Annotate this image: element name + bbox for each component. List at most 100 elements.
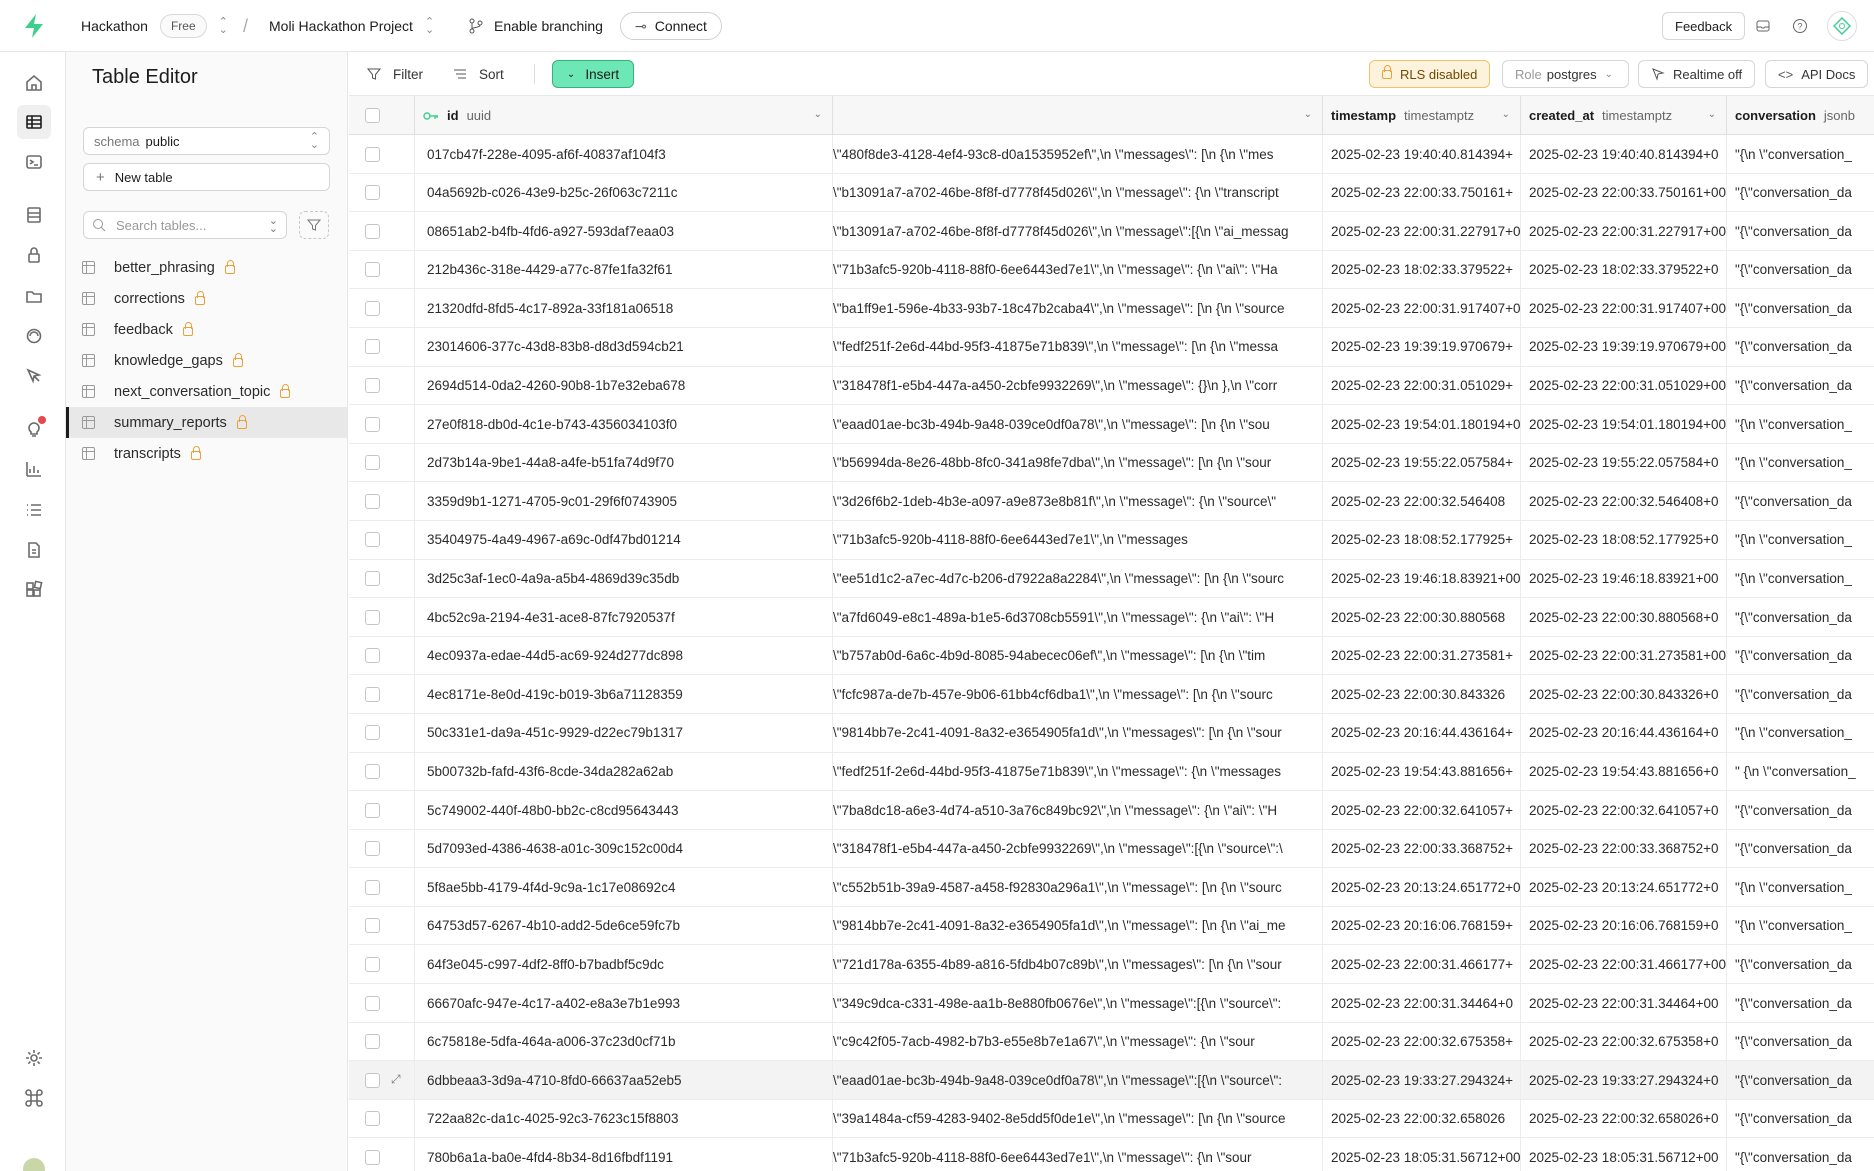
cell-timestamp[interactable]: 2025-02-23 22:00:32.546408 — [1323, 482, 1521, 521]
cell-id[interactable]: 5b00732b-fafd-43f6-8cde-34da282a62ab — [415, 752, 833, 791]
row-checkbox[interactable] — [365, 185, 380, 201]
cell-conversation[interactable]: "{\"conversation_da — [1727, 945, 1874, 983]
cell-conversation[interactable]: "{\"conversation_da — [1727, 174, 1874, 212]
nav-sql-editor[interactable] — [17, 145, 51, 179]
nav-advisors[interactable] — [17, 412, 51, 446]
table-row[interactable]: 3d25c3af-1ec0-4a9a-a5b4-4869d39c35db \"ee… — [349, 559, 1874, 599]
cell-created-at[interactable]: 2025-02-23 19:54:43.881656+0 — [1521, 752, 1727, 791]
cell-timestamp[interactable]: 2025-02-23 22:00:31.917407+0 — [1323, 289, 1521, 328]
nav-settings[interactable] — [17, 1041, 51, 1075]
cell-json[interactable]: \"9814bb7e-2c41-4091-8a32-e3654905fa1d\"… — [833, 713, 1323, 752]
cell-json[interactable]: \"ee51d1c2-a7ec-4d7c-b206-d7922a8a2284\"… — [833, 559, 1323, 598]
cell-id[interactable]: 27e0f818-db0d-4c1e-b743-4356034103f0 — [415, 405, 833, 444]
expand-row-icon[interactable]: ⤢ — [391, 1072, 405, 1086]
cell-conversation[interactable]: "{\"conversation_da — [1727, 791, 1874, 829]
table-row[interactable]: 08651ab2-b4fb-4fd6-a927-593daf7eaa03 \"b1… — [349, 212, 1874, 251]
cell-created-at[interactable]: 2025-02-23 22:00:31.917407+00 — [1521, 289, 1727, 328]
cell-json[interactable]: \"b13091a7-a702-46be-8f8f-d7778f45d026\"… — [833, 173, 1323, 212]
table-row[interactable]: 5b00732b-fafd-43f6-8cde-34da282a62ab \"fe… — [349, 752, 1874, 792]
cell-json[interactable]: \"ba1ff9e1-596e-4b33-93b7-18c47b2caba4\"… — [833, 289, 1323, 328]
sort-button[interactable]: Sort — [453, 52, 504, 96]
nav-database[interactable] — [17, 198, 51, 232]
cell-id[interactable]: 64f3e045-c997-4df2-8ff0-b7badbf5c9dc — [415, 945, 833, 984]
cell-json[interactable]: \"7ba8dc18-a6e3-4d74-a510-3a76c849bc92\"… — [833, 791, 1323, 830]
cell-conversation[interactable]: "{\"conversation_da — [1727, 212, 1874, 250]
row-checkbox[interactable] — [365, 300, 380, 316]
cell-id[interactable]: 2694d514-0da2-4260-90b8-1b7e32eba678 — [415, 366, 833, 405]
row-checkbox[interactable] — [365, 493, 380, 509]
row-checkbox[interactable] — [365, 262, 380, 278]
table-row[interactable]: 722aa82c-da1c-4025-92c3-7623c15f8803 \"39… — [349, 1099, 1874, 1139]
cell-created-at[interactable]: 2025-02-23 18:02:33.379522+0 — [1521, 250, 1727, 289]
row-checkbox[interactable] — [365, 879, 380, 895]
cell-conversation[interactable]: "{\n \"conversation_ — [1727, 521, 1874, 559]
chevron-down-icon[interactable]: ⌄ — [1304, 109, 1312, 120]
cell-id[interactable]: 66670afc-947e-4c17-a402-e8a3e7b1e993 — [415, 984, 833, 1023]
cell-conversation[interactable]: "{\"conversation_da — [1727, 830, 1874, 868]
row-checkbox[interactable] — [365, 995, 380, 1011]
cell-json[interactable]: \"eaad01ae-bc3b-494b-9a48-039ce0df0a78\"… — [833, 405, 1323, 444]
chevron-collapse-icon[interactable]: ⌄ ⌄ — [269, 216, 278, 235]
cell-conversation[interactable]: "{\n \"conversation_ — [1727, 907, 1874, 945]
column-header-created-at[interactable]: created_at timestamptz ⌄ — [1521, 96, 1727, 135]
table-row[interactable]: 64f3e045-c997-4df2-8ff0-b7badbf5c9dc \"72… — [349, 945, 1874, 985]
table-row[interactable]: 64753d57-6267-4b10-add2-5de6ce59fc7b \"98… — [349, 906, 1874, 946]
table-row[interactable]: 21320dfd-8fd5-4c17-892a-33f181a06518 \"ba… — [349, 289, 1874, 328]
cell-timestamp[interactable]: 2025-02-23 19:40:40.814394+ — [1323, 135, 1521, 173]
cell-conversation[interactable]: "{\"conversation_da — [1727, 1100, 1874, 1138]
nav-api-docs[interactable] — [17, 533, 51, 567]
table-row[interactable]: 4bc52c9a-2194-4e31-ace8-87fc7920537f \"a7… — [349, 598, 1874, 637]
feedback-button[interactable]: Feedback — [1662, 12, 1746, 40]
cell-timestamp[interactable]: 2025-02-23 19:39:19.970679+ — [1323, 327, 1521, 366]
cell-id[interactable]: 4ec0937a-edae-44d5-ac69-924d277dc898 — [415, 636, 833, 675]
table-row[interactable]: 04a5692b-c026-43e9-b25c-26f063c7211c \"b1… — [349, 173, 1874, 213]
row-checkbox[interactable] — [365, 455, 380, 471]
cell-timestamp[interactable]: 2025-02-23 20:16:06.768159+ — [1323, 906, 1521, 945]
cell-timestamp[interactable]: 2025-02-23 22:00:32.641057+ — [1323, 791, 1521, 830]
cell-timestamp[interactable]: 2025-02-23 22:00:30.880568 — [1323, 598, 1521, 637]
table-row[interactable]: ⤢ 6dbbeaa3-3d9a-4710-8fd0-66637aa52eb5 \"e… — [349, 1061, 1874, 1100]
api-docs-button[interactable]: <> API Docs — [1765, 60, 1869, 88]
cell-conversation[interactable]: "{\n \"conversation_ — [1727, 135, 1874, 173]
cell-id[interactable]: 3d25c3af-1ec0-4a9a-a5b4-4869d39c35db — [415, 559, 833, 598]
cell-timestamp[interactable]: 2025-02-23 19:54:43.881656+ — [1323, 752, 1521, 791]
cell-json[interactable]: \"fedf251f-2e6d-44bd-95f3-41875e71b839\"… — [833, 752, 1323, 791]
cell-created-at[interactable]: 2025-02-23 22:00:31.273581+00 — [1521, 636, 1727, 675]
nav-command[interactable] — [17, 1081, 51, 1115]
cell-created-at[interactable]: 2025-02-23 22:00:30.843326+0 — [1521, 675, 1727, 714]
schema-select[interactable]: schema public ⌃ ⌄ — [83, 127, 330, 155]
table-list-item[interactable]: better_phrasing — [66, 252, 348, 283]
chevron-down-icon[interactable]: ⌄ — [814, 109, 822, 120]
nav-home[interactable] — [17, 66, 51, 100]
cell-conversation[interactable]: "{\"conversation_da — [1727, 289, 1874, 327]
cell-json[interactable]: \"c552b51b-39a9-4587-a458-f92830a296a1\"… — [833, 868, 1323, 907]
row-checkbox[interactable] — [365, 725, 380, 741]
avatar[interactable] — [1827, 11, 1857, 41]
cell-conversation[interactable]: "{\"conversation_da — [1727, 1023, 1874, 1061]
cell-created-at[interactable]: 2025-02-23 20:13:24.651772+0 — [1521, 868, 1727, 907]
cell-id[interactable]: 64753d57-6267-4b10-add2-5de6ce59fc7b — [415, 906, 833, 945]
row-checkbox[interactable] — [365, 416, 380, 432]
cell-id[interactable]: 04a5692b-c026-43e9-b25c-26f063c7211c — [415, 173, 833, 212]
cell-conversation[interactable]: "{\"conversation_da — [1727, 328, 1874, 366]
org-name[interactable]: Hackathon — [81, 18, 148, 34]
cell-created-at[interactable]: 2025-02-23 22:00:31.051029+00 — [1521, 366, 1727, 405]
cell-json[interactable]: \"480f8de3-4128-4ef4-93c8-d0a1535952ef\"… — [833, 135, 1323, 173]
cell-id[interactable]: 50c331e1-da9a-451c-9929-d22ec79b1317 — [415, 713, 833, 752]
cell-conversation[interactable]: "{\"conversation_da — [1727, 251, 1874, 289]
cell-conversation[interactable]: "{\"conversation_da — [1727, 1061, 1874, 1099]
cell-created-at[interactable]: 2025-02-23 22:00:32.675358+0 — [1521, 1022, 1727, 1061]
enable-branching-button[interactable]: Enable branching — [468, 0, 603, 52]
table-row[interactable]: 66670afc-947e-4c17-a402-e8a3e7b1e993 \"34… — [349, 984, 1874, 1023]
cell-id[interactable]: 212b436c-318e-4429-a77c-87fe1fa32f61 — [415, 250, 833, 289]
table-row[interactable]: 23014606-377c-43d8-83b8-d8d3d594cb21 \"fe… — [349, 327, 1874, 367]
cell-json[interactable]: \"3d26f6b2-1deb-4b3e-a097-a9e873e8b81f\"… — [833, 482, 1323, 521]
cell-id[interactable]: 5f8ae5bb-4179-4f4d-9c9a-1c17e08692c4 — [415, 868, 833, 907]
cell-conversation[interactable]: "{\"conversation_da — [1727, 984, 1874, 1022]
filter-button[interactable]: Filter — [367, 52, 423, 96]
cell-id[interactable]: 08651ab2-b4fb-4fd6-a927-593daf7eaa03 — [415, 212, 833, 251]
cell-id[interactable]: 4ec8171e-8e0d-419c-b019-3b6a71128359 — [415, 675, 833, 714]
select-all-checkbox[interactable] — [365, 108, 380, 123]
table-list-item[interactable]: knowledge_gaps — [66, 345, 348, 376]
row-checkbox[interactable] — [365, 764, 380, 779]
